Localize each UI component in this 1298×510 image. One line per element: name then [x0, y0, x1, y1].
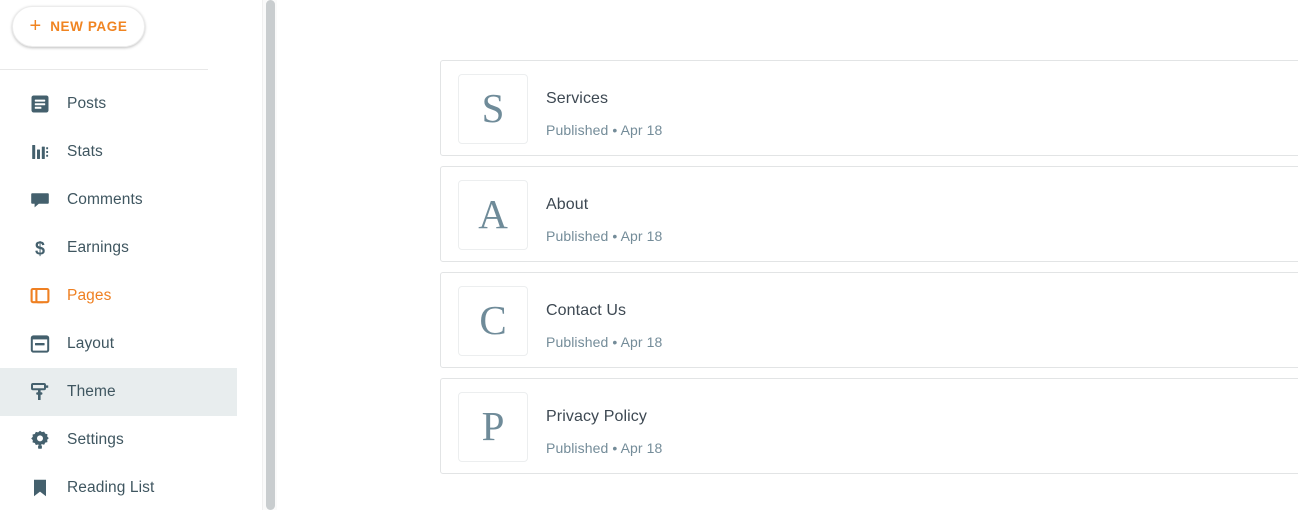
avatar-letter: A: [478, 190, 508, 237]
new-page-button-label: NEW PAGE: [50, 19, 128, 34]
main-content: S Services Published • Apr 18 ⋮ A About …: [277, 0, 1298, 510]
page-title: Services: [546, 90, 609, 107]
sidebar-nav-list: Posts Stats Comments $ Earnings Pages La…: [0, 80, 262, 510]
list-item[interactable]: A About Published • Apr 18 ⋮: [440, 166, 1298, 262]
avatar: C: [458, 286, 528, 356]
new-page-button[interactable]: + NEW PAGE: [12, 6, 145, 47]
sidebar-item-label: Comments: [67, 191, 143, 208]
page-meta: Published • Apr 18: [546, 334, 663, 350]
list-item[interactable]: S Services Published • Apr 18 ⋮: [440, 60, 1298, 156]
sidebar-item-label: Earnings: [67, 239, 129, 256]
stats-icon: [29, 141, 51, 163]
avatar: P: [458, 392, 528, 462]
plus-icon: +: [29, 14, 42, 37]
sidebar-item-posts[interactable]: Posts: [0, 80, 237, 128]
sidebar-item-earnings[interactable]: $ Earnings: [0, 224, 237, 272]
layout-icon: [29, 333, 51, 355]
sidebar-item-pages[interactable]: Pages: [0, 272, 237, 320]
page-meta: Published • Apr 18: [546, 440, 663, 456]
sidebar-item-label: Layout: [67, 335, 115, 352]
sidebar-item-label: Stats: [67, 143, 103, 160]
sidebar-scrollbar[interactable]: [262, 0, 277, 510]
page-title: Contact Us: [546, 302, 627, 319]
page-title: About: [546, 196, 589, 213]
sidebar-item-comments[interactable]: Comments: [0, 176, 237, 224]
page-title: Privacy Policy: [546, 408, 647, 425]
sidebar-item-label: Reading List: [67, 479, 155, 496]
app-root: + NEW PAGE Posts Stats Comments $ Earnin…: [0, 0, 1298, 510]
gear-icon: [29, 429, 51, 451]
paint-roller-icon: [29, 381, 51, 403]
page-meta: Published • Apr 18: [546, 228, 663, 244]
new-page-button-wrap: + NEW PAGE: [12, 6, 145, 47]
avatar: A: [458, 180, 528, 250]
avatar: S: [458, 74, 528, 144]
comments-icon: [29, 189, 51, 211]
svg-text:$: $: [35, 238, 45, 258]
sidebar-item-label: Theme: [67, 383, 116, 400]
posts-icon: [29, 93, 51, 115]
pages-list: S Services Published • Apr 18 ⋮ A About …: [440, 60, 1298, 484]
sidebar-item-settings[interactable]: Settings: [0, 416, 237, 464]
sidebar-item-stats[interactable]: Stats: [0, 128, 237, 176]
sidebar: + NEW PAGE Posts Stats Comments $ Earnin…: [0, 0, 262, 510]
bookmark-icon: [29, 477, 51, 499]
sidebar-item-label: Pages: [67, 287, 112, 304]
list-item[interactable]: P Privacy Policy Published • Apr 18 ⋮: [440, 378, 1298, 474]
sidebar-divider: [0, 69, 208, 70]
sidebar-scrollbar-thumb[interactable]: [266, 0, 275, 510]
sidebar-item-layout[interactable]: Layout: [0, 320, 237, 368]
avatar-letter: C: [479, 296, 507, 343]
avatar-letter: P: [481, 402, 505, 449]
sidebar-item-label: Posts: [67, 95, 107, 112]
page-meta: Published • Apr 18: [546, 122, 663, 138]
avatar-letter: S: [481, 84, 505, 131]
dollar-icon: $: [29, 237, 51, 259]
sidebar-item-label: Settings: [67, 431, 124, 448]
sidebar-item-theme[interactable]: Theme: [0, 368, 237, 416]
list-item[interactable]: C Contact Us Published • Apr 18 ⋮: [440, 272, 1298, 368]
sidebar-item-reading-list[interactable]: Reading List: [0, 464, 237, 510]
pages-icon: [29, 285, 51, 307]
